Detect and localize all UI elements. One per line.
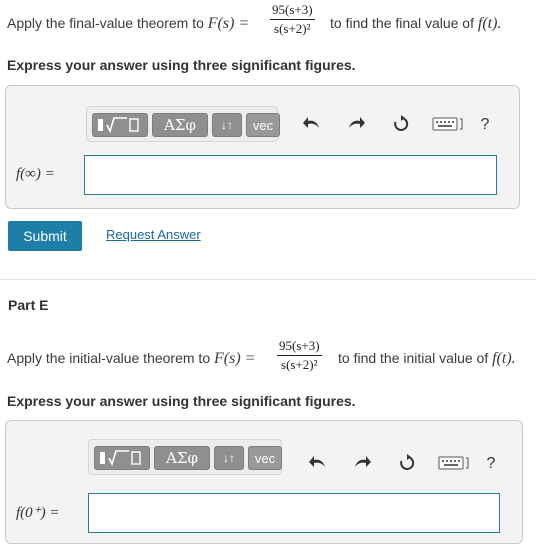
answer-label: f(0⁺) = [16, 505, 60, 521]
help-button[interactable]: ? [483, 454, 499, 474]
redo-icon[interactable] [352, 454, 372, 474]
arrows-button[interactable]: ↓↑ [212, 113, 242, 137]
greek-symbols-button[interactable]: ΑΣφ [152, 113, 208, 137]
question-suffix: to find the initial value of f(t). [338, 350, 516, 368]
transfer-fraction: 95(s+3) s(s+2)² [277, 338, 322, 373]
vector-button[interactable]: vec [246, 113, 280, 137]
reset-icon[interactable] [391, 115, 411, 135]
math-toolbar: ΑΣφ ↓↑ vec [88, 439, 282, 475]
templates-button[interactable] [94, 446, 150, 470]
arrows-button[interactable]: ↓↑ [214, 446, 244, 470]
fraction-denominator: s(s+2)² [274, 21, 311, 36]
part-divider [0, 279, 536, 280]
instruction-text: Express your answer using three signific… [7, 57, 356, 73]
submit-button[interactable]: Submit [8, 221, 82, 251]
help-button[interactable]: ? [477, 115, 493, 135]
vector-button[interactable]: vec [248, 446, 282, 470]
target-function: f(t). [492, 350, 516, 367]
templates-icon [98, 117, 139, 134]
function-name: F(s) = [214, 350, 256, 367]
transfer-fraction: 95(s+3) s(s+2)² [270, 2, 315, 37]
fraction-numerator: 95(s+3) [270, 2, 315, 20]
keyboard-icon[interactable] [438, 455, 470, 475]
keyboard-icon[interactable] [432, 116, 464, 136]
fraction-numerator: 95(s+3) [277, 338, 322, 356]
math-toolbar: ΑΣφ ↓↑ vec [86, 106, 280, 142]
answer-panel: ΑΣφ ↓↑ vec ? f(0⁺) = [5, 420, 523, 544]
question-prefix: Apply the initial-value theorem to [7, 350, 211, 366]
answer-input[interactable] [88, 493, 500, 533]
fraction-denominator: s(s+2)² [281, 357, 318, 372]
greek-symbols-button[interactable]: ΑΣφ [154, 446, 210, 470]
answer-panel: ΑΣφ ↓↑ vec ? f(∞) = [5, 85, 520, 209]
undo-icon[interactable] [308, 454, 328, 474]
redo-icon[interactable] [346, 115, 366, 135]
part-d-question: Apply the final-value theorem to F(s) = [7, 15, 249, 33]
part-e-title: Part E [8, 297, 49, 313]
function-name: F(s) = [207, 15, 250, 32]
target-function: f(t). [477, 15, 502, 32]
reset-icon[interactable] [397, 454, 417, 474]
question-prefix: Apply the final-value theorem to [7, 15, 204, 31]
question-suffix-text: to find the initial value of [338, 350, 489, 366]
request-answer-link[interactable]: Request Answer [106, 227, 201, 242]
answer-label: f(∞) = [16, 166, 55, 182]
templates-button[interactable] [92, 113, 148, 137]
question-suffix-text: to find the final value of [330, 15, 474, 31]
answer-input[interactable] [84, 155, 497, 195]
instruction-text: Express your answer using three signific… [7, 393, 356, 409]
question-suffix: to find the final value of f(t). [330, 15, 501, 33]
part-e-question: Apply the initial-value theorem to F(s) … [7, 350, 255, 368]
undo-icon[interactable] [302, 115, 322, 135]
templates-icon [100, 450, 141, 467]
